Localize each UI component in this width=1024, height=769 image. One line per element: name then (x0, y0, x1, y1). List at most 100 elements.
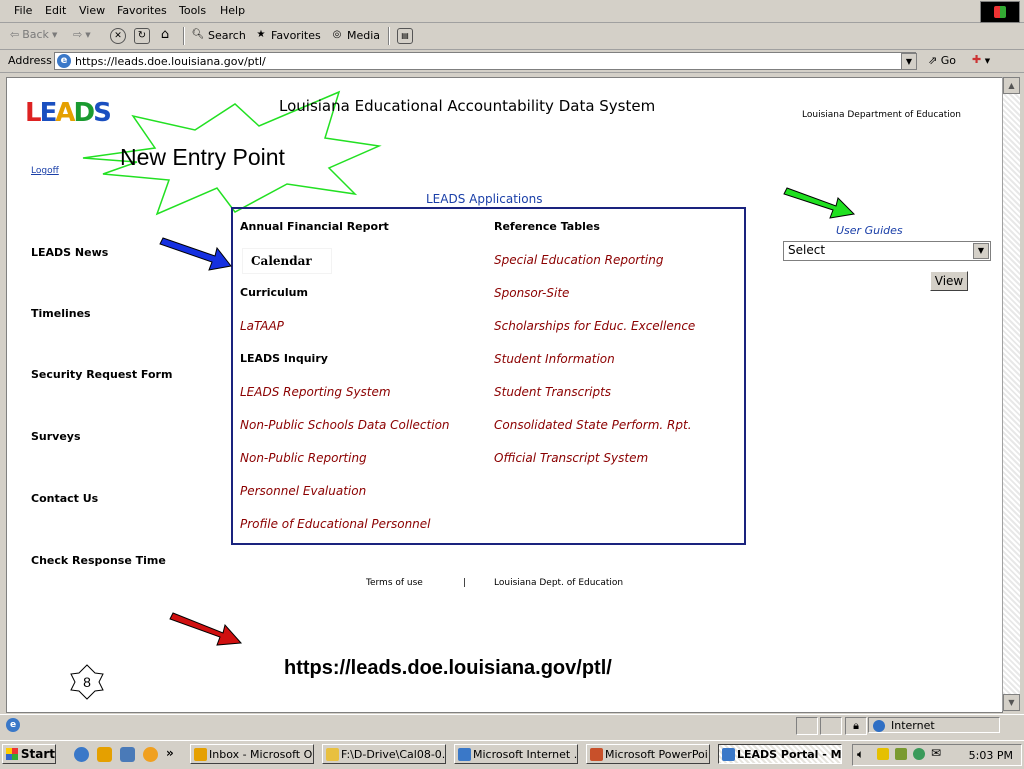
site-title: Louisiana Educational Accountability Dat… (279, 97, 656, 115)
address-input[interactable]: e https://leads.doe.louisiana.gov/ptl/ (54, 52, 916, 70)
menu-tools[interactable]: Tools (179, 4, 206, 17)
go-arrow-icon: ⇗ (928, 54, 938, 67)
media-button[interactable]: ◎ Media (330, 28, 380, 42)
volume-icon[interactable]: 🔈︎ (857, 747, 864, 762)
start-button[interactable]: Start (2, 744, 56, 764)
globe-icon (873, 720, 885, 732)
app-non-public-schools-data[interactable]: Non-Public Schools Data Collection (240, 418, 450, 432)
nav-check-response-time[interactable]: Check Response Time (31, 554, 166, 567)
folder-icon (326, 748, 339, 761)
app-consolidated-state-perform[interactable]: Consolidated State Perform. Rpt. (494, 418, 692, 432)
back-arrow-icon: ⇦ (10, 28, 20, 41)
user-guides-selected: Select (788, 243, 826, 257)
nav-security-request-form[interactable]: Security Request Form (31, 368, 172, 381)
mail-icon[interactable]: ✉ (931, 746, 941, 760)
home-icon: ⌂ (160, 27, 170, 42)
desktop-quicklaunch-icon[interactable] (120, 747, 135, 762)
app-non-public-reporting[interactable]: Non-Public Reporting (240, 451, 367, 465)
nav-timelines[interactable]: Timelines (31, 307, 91, 320)
print-button[interactable]: ▤ (397, 28, 413, 44)
green-arrow-annotation (783, 187, 856, 219)
status-bar: e 🔒︎ Internet (0, 714, 1024, 737)
app-official-transcript-system[interactable]: Official Transcript System (494, 451, 648, 465)
tray-app-icon[interactable] (895, 748, 907, 760)
app-personnel-evaluation[interactable]: Personnel Evaluation (240, 484, 366, 498)
extension-icon: ✚ (972, 53, 982, 66)
menu-file[interactable]: File (14, 4, 32, 17)
app-lataap[interactable]: LaTAAP (240, 319, 284, 333)
task-leads-portal[interactable]: LEADS Portal - Mi... (718, 744, 842, 764)
nav-contact-us[interactable]: Contact Us (31, 492, 98, 505)
clock: 5:03 PM (968, 749, 1013, 762)
app-scholarships[interactable]: Scholarships for Educ. Excellence (494, 319, 695, 333)
chevron-down-icon: ▼ (984, 57, 991, 65)
url-annotation: https://leads.doe.louisiana.gov/ptl/ (284, 657, 612, 679)
forward-button[interactable]: ⇨ ▼ (73, 28, 91, 41)
back-button[interactable]: ⇦ Back ▼ (10, 28, 57, 41)
forward-arrow-icon: ⇨ (73, 28, 83, 41)
app-student-information[interactable]: Student Information (494, 352, 615, 366)
extension-button[interactable]: ✚ ▼ (972, 53, 990, 66)
app-annual-financial-report[interactable]: Annual Financial Report (240, 220, 389, 233)
task-explorer-folder[interactable]: F:\D-Drive\Cal08-0... (322, 744, 446, 764)
menu-view[interactable]: View (79, 4, 105, 17)
user-guides-label: User Guides (836, 224, 903, 237)
app-calendar[interactable]: Calendar (243, 249, 331, 273)
task-internet-explorer[interactable]: Microsoft Internet ... (454, 744, 578, 764)
nav-surveys[interactable]: Surveys (31, 430, 81, 443)
printer-icon: ▤ (397, 28, 413, 44)
ie-quicklaunch-icon[interactable] (74, 747, 89, 762)
slide-number-badge: 8 (69, 664, 105, 700)
taskbar: Start » Inbox - Microsoft O... F:\D-Driv… (0, 740, 1024, 769)
app-leads-inquiry[interactable]: LEADS Inquiry (240, 352, 328, 365)
tray-clock-app-icon[interactable] (913, 748, 925, 760)
toolbar: ⇦ Back ▼ ⇨ ▼ ✕ ↻ ⌂ 🔍︎ Search ★ Favorites… (0, 23, 1024, 50)
user-guides-select[interactable]: Select ▼ (783, 241, 991, 261)
terms-of-use-link[interactable]: Terms of use (366, 578, 423, 588)
media-quicklaunch-icon[interactable] (143, 747, 158, 762)
menu-edit[interactable]: Edit (45, 4, 66, 17)
chevron-up-icon: ▲ (1008, 81, 1015, 90)
refresh-button[interactable]: ↻ (134, 28, 150, 44)
scroll-down-button[interactable]: ▼ (1003, 694, 1020, 711)
app-leads-reporting-system[interactable]: LEADS Reporting System (240, 385, 391, 399)
security-zone: Internet (868, 717, 1000, 733)
logoff-link[interactable]: Logoff (31, 166, 59, 176)
app-sponsor-site[interactable]: Sponsor-Site (494, 286, 569, 300)
quicklaunch-more-button[interactable]: » (166, 746, 174, 760)
go-button[interactable]: ⇗ Go (928, 54, 956, 67)
app-special-education-reporting[interactable]: Special Education Reporting (494, 253, 663, 267)
nav-leads-news[interactable]: LEADS News (31, 246, 108, 259)
app-curriculum[interactable]: Curriculum (240, 286, 308, 299)
search-button[interactable]: 🔍︎ Search (191, 28, 246, 42)
chevron-down-icon: ▼ (1008, 698, 1015, 707)
new-entry-point-annotation: New Entry Point (120, 144, 285, 170)
task-powerpoint[interactable]: Microsoft PowerPoi... (586, 744, 710, 764)
tray-app-icon[interactable] (877, 748, 889, 760)
system-tray: 🔈︎ ✉ 5:03 PM (852, 744, 1022, 766)
slide-number: 8 (83, 674, 91, 690)
home-button[interactable]: ⌂ (158, 28, 172, 42)
outlook-quicklaunch-icon[interactable] (97, 747, 112, 762)
stop-button[interactable]: ✕ (110, 28, 126, 44)
address-url: https://leads.doe.louisiana.gov/ptl/ (75, 54, 266, 68)
refresh-icon: ↻ (134, 28, 150, 44)
vertical-scrollbar[interactable]: ▲ ▼ (1002, 77, 1020, 711)
favorites-button[interactable]: ★ Favorites (254, 28, 321, 42)
address-dropdown-button[interactable]: ▼ (901, 53, 917, 70)
app-student-transcripts[interactable]: Student Transcripts (494, 385, 611, 399)
ie-icon (458, 748, 471, 761)
menu-help[interactable]: Help (220, 4, 245, 17)
blue-arrow-annotation (159, 237, 232, 271)
windows-flag-icon (6, 748, 18, 760)
red-arrow-annotation (169, 612, 243, 646)
status-panel (796, 717, 818, 735)
scroll-up-button[interactable]: ▲ (1003, 77, 1020, 94)
dept-of-education-link[interactable]: Louisiana Dept. of Education (494, 578, 623, 588)
view-button[interactable]: View (930, 271, 968, 291)
app-reference-tables[interactable]: Reference Tables (494, 220, 600, 233)
task-inbox-outlook[interactable]: Inbox - Microsoft O... (190, 744, 314, 764)
department-name: Louisiana Department of Education (802, 110, 962, 120)
menu-favorites[interactable]: Favorites (117, 4, 167, 17)
app-profile-educational-personnel[interactable]: Profile of Educational Personnel (240, 517, 431, 531)
